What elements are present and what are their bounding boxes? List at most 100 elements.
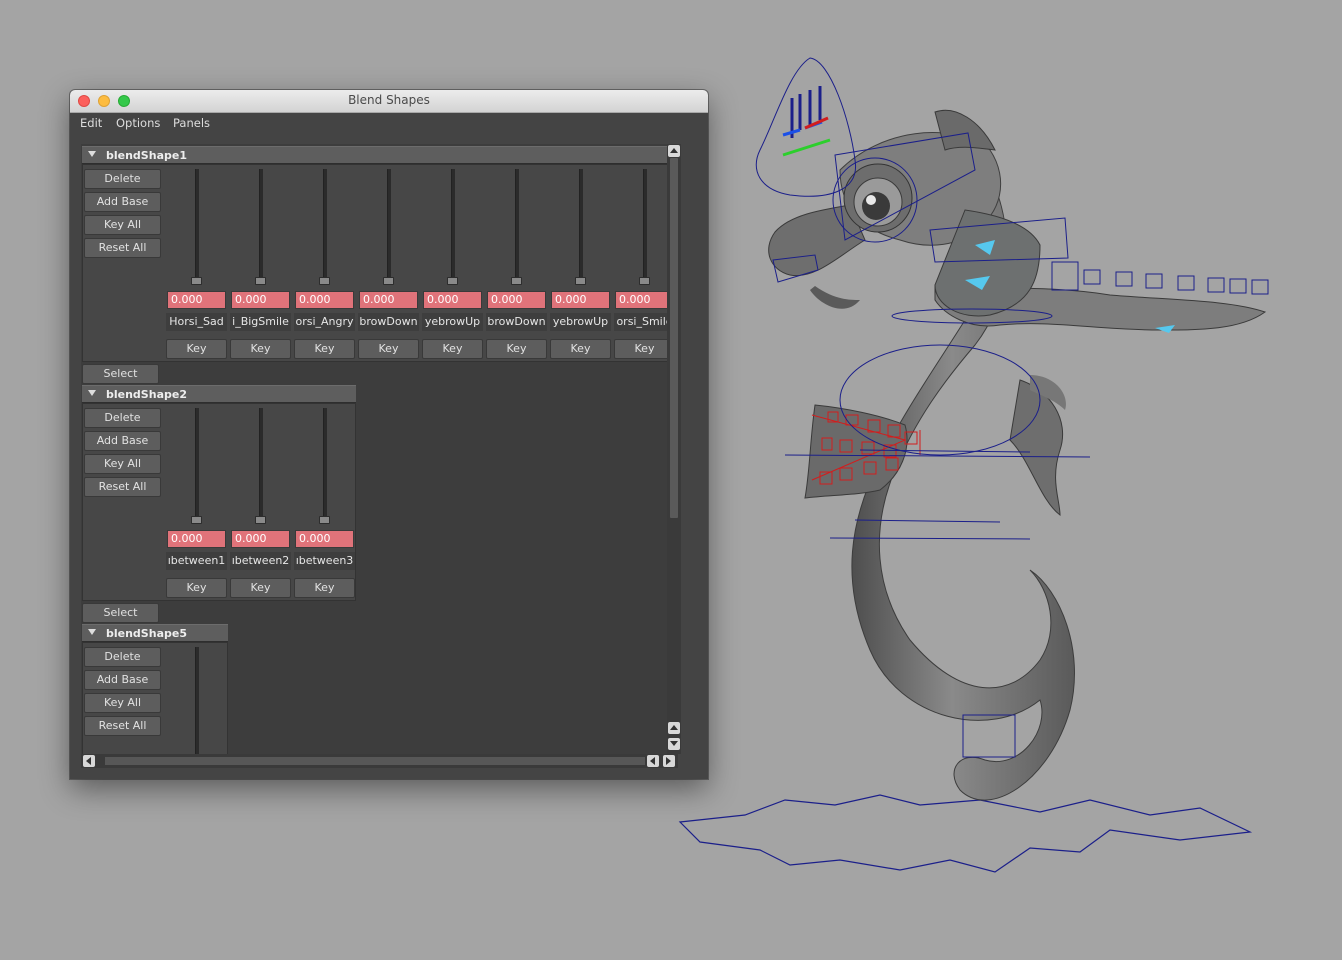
group-header-blendshape1[interactable]: blendShape1 <box>82 146 676 164</box>
add-base-button[interactable]: Add Base <box>84 431 161 451</box>
weight-slider[interactable] <box>387 169 391 279</box>
key-button[interactable]: Key <box>486 339 547 359</box>
slider-handle[interactable] <box>319 277 330 285</box>
select-button[interactable]: Select <box>82 364 159 384</box>
target-name[interactable]: ıbetween1 <box>166 552 227 570</box>
delete-button[interactable]: Delete <box>84 408 161 428</box>
key-button[interactable]: Key <box>230 578 291 598</box>
weight-field[interactable]: 0.000 <box>167 530 226 548</box>
scroll-thumb[interactable] <box>670 158 678 518</box>
weight-field[interactable]: 0.000 <box>423 291 482 309</box>
weight-slider[interactable] <box>195 408 199 518</box>
collapse-triangle-icon[interactable] <box>88 629 96 635</box>
key-button[interactable]: Key <box>294 339 355 359</box>
weight-field[interactable]: 0.000 <box>295 291 354 309</box>
group-name: blendShape5 <box>106 627 187 640</box>
group-body-blendshape1: Delete Add Base Key All Reset All 0.000 … <box>82 164 676 362</box>
reset-all-button[interactable]: Reset All <box>84 716 161 736</box>
scroll-left-icon[interactable] <box>83 755 95 767</box>
slider-handle[interactable] <box>319 516 330 524</box>
delete-button[interactable]: Delete <box>84 647 161 667</box>
weight-slider[interactable] <box>579 169 583 279</box>
weight-field[interactable]: 0.000 <box>295 530 354 548</box>
slider-handle[interactable] <box>639 277 650 285</box>
target-name[interactable]: Horsi_Sad <box>166 313 227 331</box>
add-base-button[interactable]: Add Base <box>84 670 161 690</box>
weight-field[interactable]: 0.000 <box>551 291 610 309</box>
weight-slider[interactable] <box>195 169 199 279</box>
scroll-up-icon[interactable] <box>668 145 680 157</box>
weight-slider[interactable] <box>515 169 519 279</box>
weight-field[interactable]: 0.000 <box>231 291 290 309</box>
slider-handle[interactable] <box>255 277 266 285</box>
key-button[interactable]: Key <box>166 339 227 359</box>
weight-field[interactable]: 0.000 <box>167 291 226 309</box>
collapse-triangle-icon[interactable] <box>88 151 96 157</box>
scroll-up-icon[interactable] <box>668 722 680 734</box>
key-button[interactable]: Key <box>230 339 291 359</box>
target-name[interactable]: orsi_Angry <box>294 313 355 331</box>
window-title: Blend Shapes <box>348 93 430 107</box>
weight-field[interactable]: 0.000 <box>615 291 674 309</box>
weight-slider[interactable] <box>643 169 647 279</box>
weight-slider[interactable] <box>451 169 455 279</box>
weight-field[interactable]: 0.000 <box>359 291 418 309</box>
target-name[interactable]: ıbetween3 <box>294 552 355 570</box>
slider-handle[interactable] <box>255 516 266 524</box>
horizontal-scrollbar[interactable] <box>81 754 678 768</box>
target-name[interactable]: browDown <box>486 313 547 331</box>
slider-handle[interactable] <box>191 277 202 285</box>
blend-shapes-panel: blendShape1 Delete Add Base Key All Rese… <box>81 144 678 754</box>
key-button[interactable]: Key <box>614 339 675 359</box>
target-name[interactable]: i_BigSmile <box>230 313 291 331</box>
scroll-down-icon[interactable] <box>668 738 680 750</box>
reset-all-button[interactable]: Reset All <box>84 477 161 497</box>
key-button[interactable]: Key <box>422 339 483 359</box>
key-all-button[interactable]: Key All <box>84 454 161 474</box>
add-base-button[interactable]: Add Base <box>84 192 161 212</box>
reset-all-button[interactable]: Reset All <box>84 238 161 258</box>
group-body-blendshape5: Delete Add Base Key All Reset All <box>82 642 228 754</box>
key-all-button[interactable]: Key All <box>84 693 161 713</box>
weight-slider[interactable] <box>195 647 199 754</box>
slider-handle[interactable] <box>383 277 394 285</box>
collapse-triangle-icon[interactable] <box>88 390 96 396</box>
group-name: blendShape2 <box>106 388 187 401</box>
scroll-left-icon[interactable] <box>647 755 659 767</box>
slider-handle[interactable] <box>447 277 458 285</box>
ground-control-curve[interactable] <box>678 794 1253 873</box>
scroll-thumb[interactable] <box>105 757 645 765</box>
face-rig-controls[interactable] <box>782 86 831 157</box>
weight-slider[interactable] <box>323 408 327 518</box>
menu-bar: Edit Options Panels <box>70 113 708 135</box>
window-titlebar[interactable]: Blend Shapes <box>70 90 708 113</box>
weight-field[interactable]: 0.000 <box>487 291 546 309</box>
weight-field[interactable]: 0.000 <box>231 530 290 548</box>
blend-shapes-window: Blend Shapes Edit Options Panels blendSh… <box>70 90 708 779</box>
menu-edit[interactable]: Edit <box>80 116 102 130</box>
key-button[interactable]: Key <box>294 578 355 598</box>
weight-slider[interactable] <box>259 169 263 279</box>
delete-button[interactable]: Delete <box>84 169 161 189</box>
key-button[interactable]: Key <box>358 339 419 359</box>
weight-slider[interactable] <box>323 169 327 279</box>
target-name[interactable]: ıbetween2 <box>230 552 291 570</box>
group-header-blendshape5[interactable]: blendShape5 <box>82 624 228 642</box>
scroll-right-icon[interactable] <box>663 755 675 767</box>
key-button[interactable]: Key <box>166 578 227 598</box>
vertical-scrollbar[interactable] <box>667 144 681 754</box>
key-all-button[interactable]: Key All <box>84 215 161 235</box>
slider-handle[interactable] <box>575 277 586 285</box>
group-header-blendshape2[interactable]: blendShape2 <box>82 385 356 403</box>
key-button[interactable]: Key <box>550 339 611 359</box>
slider-handle[interactable] <box>191 516 202 524</box>
weight-slider[interactable] <box>259 408 263 518</box>
target-name[interactable]: yebrowUp <box>422 313 483 331</box>
select-button[interactable]: Select <box>82 603 159 623</box>
slider-handle[interactable] <box>511 277 522 285</box>
target-name[interactable]: browDown <box>358 313 419 331</box>
target-name[interactable]: orsi_Smile <box>614 313 675 331</box>
menu-panels[interactable]: Panels <box>173 116 210 130</box>
target-name[interactable]: yebrowUp <box>550 313 611 331</box>
menu-options[interactable]: Options <box>116 116 160 130</box>
